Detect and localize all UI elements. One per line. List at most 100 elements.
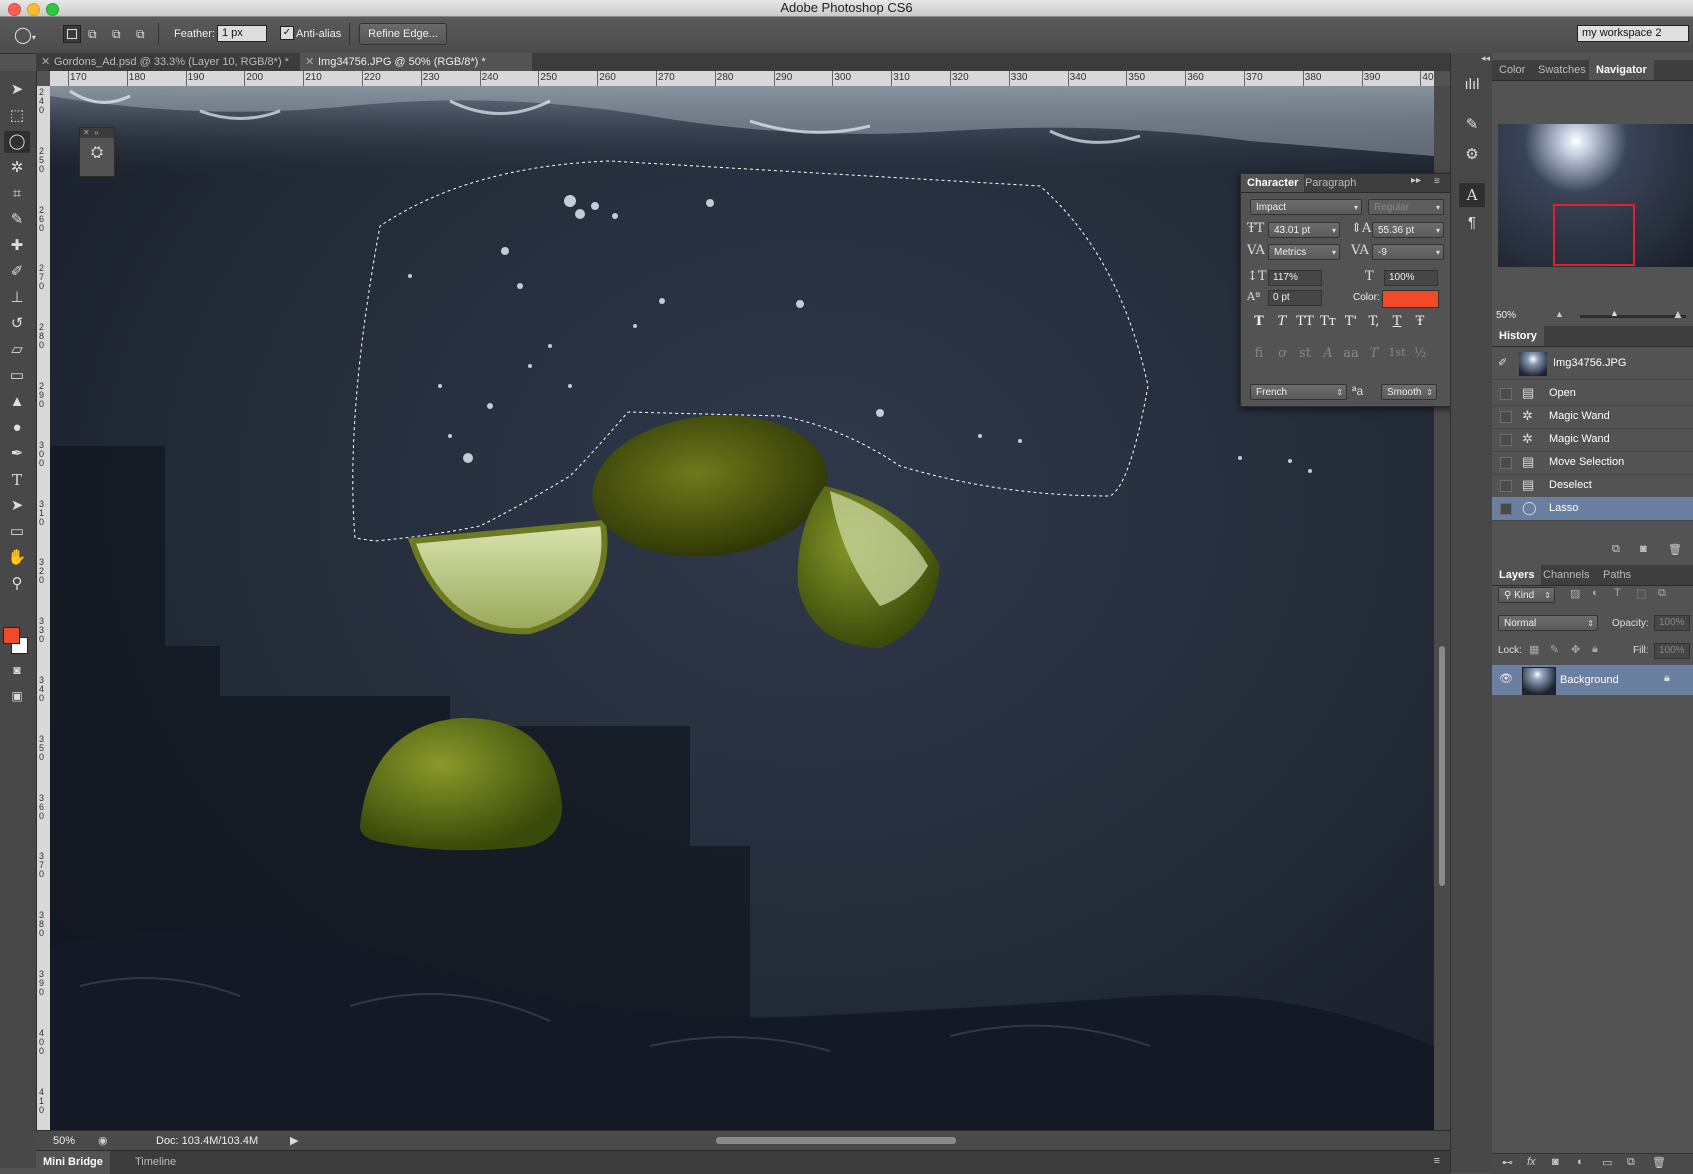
history-item[interactable]: ▤ Open [1492,382,1693,406]
minimize-window-button[interactable] [27,3,40,16]
lasso-tool-icon[interactable]: ◯ [4,131,30,153]
titling-alternates-button[interactable]: T [1364,346,1384,361]
history-source-checkbox[interactable] [1500,411,1512,423]
tab-history[interactable]: History [1492,326,1544,346]
vertical-scale-field[interactable]: 117% [1268,270,1322,286]
quick-selection-tool-icon[interactable]: ✲ [4,157,30,179]
clone-stamp-tool-icon[interactable]: ⊥ [4,287,30,309]
navigator-zoom-value[interactable]: 50% [1496,310,1516,321]
strikethrough-button[interactable]: Ŧ [1410,314,1430,329]
brush-panel-icon[interactable]: ✎ [1459,113,1485,137]
vertical-ruler[interactable]: 2 4 0 2 5 0 2 6 0 2 7 0 2 8 0 2 9 0 3 0 0 3 1 0… [36,86,51,1130]
layer-filter-kind-dropdown[interactable]: ⚲ Kind ⇕ [1498,587,1555,603]
foreground-color-swatch[interactable] [3,627,20,644]
history-source-checkbox[interactable] [1500,388,1512,400]
subtract-selection-mode-button[interactable]: ⧉ [112,27,121,42]
tab-channels[interactable]: Channels [1536,565,1596,585]
ligatures-button[interactable]: fi [1249,346,1269,361]
intersect-selection-mode-button[interactable]: ⧉ [136,27,145,42]
superscript-button[interactable]: T' [1341,314,1361,329]
collapse-dock-icon[interactable]: ◂◂ [1481,53,1490,64]
tab-paragraph[interactable]: Paragraph [1305,174,1356,192]
underline-button[interactable]: T [1387,314,1407,329]
blur-tool-icon[interactable]: ▲ [4,391,30,413]
kerning-dropdown[interactable]: Metrics ▾ [1268,244,1340,260]
paragraph-panel-icon[interactable]: ¶ [1459,211,1485,235]
healing-brush-tool-icon[interactable]: ✚ [4,235,30,257]
swash-button[interactable]: A [1318,346,1338,361]
history-snapshot[interactable]: ✐ Img34756.JPG [1492,349,1693,380]
tool-presets-icon[interactable]: ⛭ [80,144,114,161]
screen-mode-icon[interactable]: ▣ [4,685,30,707]
lock-transparent-icon[interactable]: ▦ [1529,643,1539,656]
font-style-dropdown[interactable]: Regular ▾ [1368,199,1444,215]
pen-tool-icon[interactable]: ✒ [4,443,30,465]
faux-italic-button[interactable]: T [1272,314,1292,329]
adjustment-layer-icon[interactable]: ◐ [1577,1156,1584,1168]
layer-style-fx-icon[interactable]: fx [1527,1156,1536,1168]
text-color-swatch[interactable] [1382,290,1439,308]
history-item[interactable]: ▤ Deselect [1492,474,1693,498]
tab-mini-bridge[interactable]: Mini Bridge [36,1151,110,1174]
new-selection-mode-button[interactable] [63,25,81,43]
panel-menu-icon[interactable]: ≡ [1434,176,1440,187]
discretionary-ligatures-button[interactable]: st [1295,346,1315,361]
history-source-checkbox[interactable] [1500,480,1512,492]
add-mask-icon[interactable]: ◙ [1552,1156,1559,1168]
fill-field[interactable]: 100% [1654,643,1690,659]
snapshot-brush-icon[interactable]: ✐ [1498,356,1507,369]
filter-pixel-layers-icon[interactable]: ▨ [1570,587,1580,600]
font-size-field[interactable]: 43.01 pt ▾ [1268,222,1340,238]
hand-tool-icon[interactable]: ✋ [4,547,30,569]
quick-mask-icon[interactable]: ◙ [4,659,30,681]
tab-swatches[interactable]: Swatches [1531,60,1593,80]
layer-visibility-eye-icon[interactable]: 👁︎ [1499,672,1513,685]
status-zoom[interactable]: 50% [53,1135,75,1147]
filter-shape-layers-icon[interactable]: ⬚ [1636,587,1646,600]
tab-character[interactable]: Character [1241,174,1305,192]
old-style-button[interactable]: ơ [1272,346,1292,361]
zoom-out-icon[interactable]: ▲ [1555,309,1564,319]
tab-color[interactable]: Color [1492,60,1532,80]
new-group-icon[interactable]: ▭ [1602,1156,1612,1169]
history-item[interactable]: ✲ Magic Wand [1492,428,1693,452]
brush-presets-icon[interactable]: ılıl [1459,73,1485,97]
delete-layer-icon[interactable]: 🗑 [1652,1156,1666,1169]
vertical-scroll-thumb[interactable] [1439,646,1445,886]
rectangle-tool-icon[interactable]: ▭ [4,521,30,543]
zoom-slider-thumb[interactable]: ▲ [1610,308,1619,318]
delete-state-icon[interactable]: 🗑 [1668,543,1682,556]
tab-layers[interactable]: Layers [1492,565,1542,585]
navigator-thumbnail[interactable] [1498,124,1693,267]
tab-navigator[interactable]: Navigator [1589,60,1654,80]
history-source-checkbox[interactable] [1500,457,1512,469]
eyedropper-tool-icon[interactable]: ✎ [4,209,30,231]
new-layer-icon[interactable]: ⧉ [1627,1156,1635,1169]
all-caps-button[interactable]: TT [1295,314,1315,329]
lasso-tool-preset-icon[interactable]: ◯▾ [14,25,36,45]
faux-bold-button[interactable]: T [1249,314,1269,329]
character-panel-icon[interactable]: A [1459,183,1485,207]
mini-panel-header[interactable]: ✕ » [80,128,114,138]
tracking-field[interactable]: -9 ▾ [1372,244,1444,260]
leading-field[interactable]: 55.36 pt ▾ [1372,222,1444,238]
blend-mode-dropdown[interactable]: Normal ⇕ [1498,615,1598,631]
horizontal-scrollbar[interactable] [716,1137,956,1144]
close-tab-icon[interactable]: ✕ [305,53,314,71]
small-caps-button[interactable]: Tт [1318,314,1338,329]
history-source-checkbox[interactable] [1500,503,1512,515]
fractions-button[interactable]: ½ [1410,346,1430,361]
zoom-in-icon[interactable]: ▲ [1672,307,1684,321]
history-item[interactable]: ▤ Move Selection [1492,451,1693,475]
tab-timeline[interactable]: Timeline [135,1151,176,1174]
new-snapshot-icon[interactable]: ◙ [1640,543,1647,555]
horizontal-ruler[interactable]: 170 180 190 200 210 220 230 240 250 260 270 280 290 3… [50,71,1434,87]
close-window-button[interactable] [8,3,21,16]
history-item-selected[interactable]: ◯ Lasso [1492,497,1693,521]
filter-type-layers-icon[interactable]: T [1614,587,1621,599]
dodge-tool-icon[interactable]: ● [4,417,30,439]
zoom-window-button[interactable] [46,3,59,16]
new-document-from-state-icon[interactable]: ⧉ [1612,543,1620,556]
baseline-shift-field[interactable]: 0 pt [1268,290,1322,306]
navigator-view-box[interactable] [1553,204,1635,266]
